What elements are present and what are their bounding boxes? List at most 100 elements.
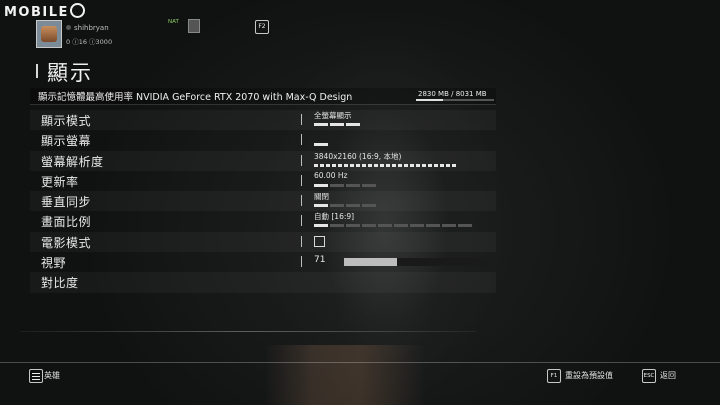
setting-separator bbox=[301, 114, 302, 125]
esc-key-hint[interactable]: ESC bbox=[642, 369, 656, 383]
option-segment bbox=[398, 163, 402, 167]
option-segment bbox=[404, 163, 408, 167]
party-icon[interactable] bbox=[188, 19, 200, 33]
option-segment bbox=[314, 224, 328, 228]
settings-list: 顯示模式 全螢幕顯示顯示螢幕螢幕解析度 3840x2160 (16:9, 本地) 更新… bbox=[30, 110, 496, 293]
option-segment bbox=[314, 123, 328, 126]
setting-label: 視野 bbox=[41, 256, 67, 271]
setting-separator bbox=[301, 235, 302, 247]
user-stats: 0 ⓘ16 ⓘ3000 bbox=[66, 38, 113, 46]
setting-row[interactable]: 更新率 60.00 Hz bbox=[30, 171, 496, 191]
reset-defaults-button[interactable]: 重設為預設值 bbox=[565, 370, 613, 381]
option-segment bbox=[346, 123, 360, 126]
vram-meter: 2830 MB / 8031 MB bbox=[416, 90, 494, 101]
option-segment bbox=[346, 204, 360, 208]
setting-value[interactable]: 關閉 bbox=[314, 191, 329, 202]
title-accent bbox=[36, 64, 38, 78]
option-segment bbox=[378, 224, 392, 228]
option-segment bbox=[350, 163, 354, 167]
setting-row[interactable]: 對比度 bbox=[30, 272, 496, 292]
option-segment bbox=[434, 163, 438, 167]
option-segment bbox=[428, 163, 432, 167]
setting-label: 垂直同步 bbox=[41, 195, 92, 210]
option-segment bbox=[332, 163, 336, 167]
fov-value: 71 bbox=[314, 255, 326, 266]
page-title: 顯示 bbox=[47, 61, 93, 85]
username: shihbryan bbox=[66, 24, 109, 32]
setting-row[interactable]: 視野 71 bbox=[30, 252, 496, 272]
vram-bar-fill bbox=[416, 99, 444, 101]
option-segment bbox=[380, 163, 384, 167]
option-indicator bbox=[314, 163, 456, 167]
avatar[interactable] bbox=[36, 20, 62, 48]
vram-usage-row: 顯示記憶體最高使用率 NVIDIA GeForce RTX 2070 with … bbox=[30, 88, 496, 105]
option-segment bbox=[368, 163, 372, 167]
f1-key-hint[interactable]: F1 bbox=[547, 369, 561, 383]
setting-row[interactable]: 螢幕解析度 3840x2160 (16:9, 本地) bbox=[30, 151, 496, 171]
fov-slider-fill bbox=[344, 258, 397, 267]
setting-value[interactable]: 60.00 Hz bbox=[314, 171, 347, 180]
fov-slider[interactable] bbox=[344, 258, 486, 267]
logo-ring-icon bbox=[69, 3, 85, 18]
setting-value[interactable]: 自動 [16:9] bbox=[314, 211, 354, 222]
status-dot-icon bbox=[66, 25, 71, 30]
option-segment bbox=[362, 163, 366, 167]
menu-icon bbox=[32, 373, 40, 374]
option-indicator bbox=[314, 143, 328, 147]
list-divider bbox=[20, 331, 476, 332]
option-segment bbox=[458, 224, 472, 228]
option-segment bbox=[314, 143, 328, 147]
setting-label: 顯示模式 bbox=[41, 114, 92, 128]
option-segment bbox=[362, 224, 376, 228]
setting-row[interactable]: 垂直同步 關閉 bbox=[30, 191, 496, 211]
option-segment bbox=[374, 163, 378, 167]
setting-separator bbox=[301, 215, 302, 227]
setting-label: 螢幕解析度 bbox=[41, 154, 104, 169]
setting-row[interactable]: 顯示模式 全螢幕顯示 bbox=[30, 110, 496, 130]
nat-status: NAT bbox=[168, 19, 179, 25]
option-segment bbox=[356, 163, 360, 167]
setting-row[interactable]: 電影模式 bbox=[30, 232, 496, 252]
setting-value[interactable]: 3840x2160 (16:9, 本地) bbox=[314, 151, 401, 162]
vram-bar-track bbox=[416, 99, 494, 101]
option-segment bbox=[410, 163, 414, 167]
cinematic-mode-checkbox[interactable] bbox=[314, 235, 325, 247]
setting-separator bbox=[301, 256, 302, 268]
setting-label: 更新率 bbox=[41, 174, 79, 189]
setting-row[interactable]: 顯示螢幕 bbox=[30, 130, 496, 150]
vram-usage-text: 2830 MB / 8031 MB bbox=[418, 90, 487, 98]
option-segment bbox=[416, 163, 420, 167]
option-segment bbox=[394, 224, 408, 228]
setting-separator bbox=[301, 174, 302, 186]
option-segment bbox=[440, 163, 444, 167]
option-segment bbox=[314, 163, 318, 167]
option-segment bbox=[362, 204, 376, 208]
back-button[interactable]: 返回 bbox=[660, 370, 676, 381]
setting-separator bbox=[301, 134, 302, 146]
option-segment bbox=[446, 163, 450, 167]
option-indicator bbox=[314, 183, 376, 187]
option-segment bbox=[320, 163, 324, 167]
avatar-emblem-icon bbox=[41, 26, 57, 42]
setting-value[interactable]: 全螢幕顯示 bbox=[314, 110, 352, 121]
character-background-base bbox=[265, 345, 425, 405]
hero-label[interactable]: 英雄 bbox=[44, 370, 60, 381]
setting-separator bbox=[301, 195, 302, 207]
option-segment bbox=[410, 224, 424, 228]
option-segment bbox=[346, 183, 360, 187]
option-segment bbox=[344, 163, 348, 167]
option-indicator bbox=[314, 224, 472, 228]
option-segment bbox=[392, 163, 396, 167]
option-segment bbox=[314, 204, 328, 208]
option-segment bbox=[426, 224, 440, 228]
f2-key-hint[interactable]: F2 bbox=[255, 20, 269, 34]
hero-button[interactable] bbox=[29, 369, 43, 383]
vram-label: 顯示記憶體最高使用率 NVIDIA GeForce RTX 2070 with … bbox=[38, 92, 353, 103]
footer-divider bbox=[0, 362, 720, 363]
option-segment bbox=[362, 183, 376, 187]
option-segment bbox=[330, 224, 344, 228]
option-segment bbox=[346, 224, 360, 228]
option-indicator bbox=[314, 123, 360, 126]
option-segment bbox=[314, 183, 328, 187]
setting-row[interactable]: 畫面比例 自動 [16:9] bbox=[30, 211, 496, 231]
